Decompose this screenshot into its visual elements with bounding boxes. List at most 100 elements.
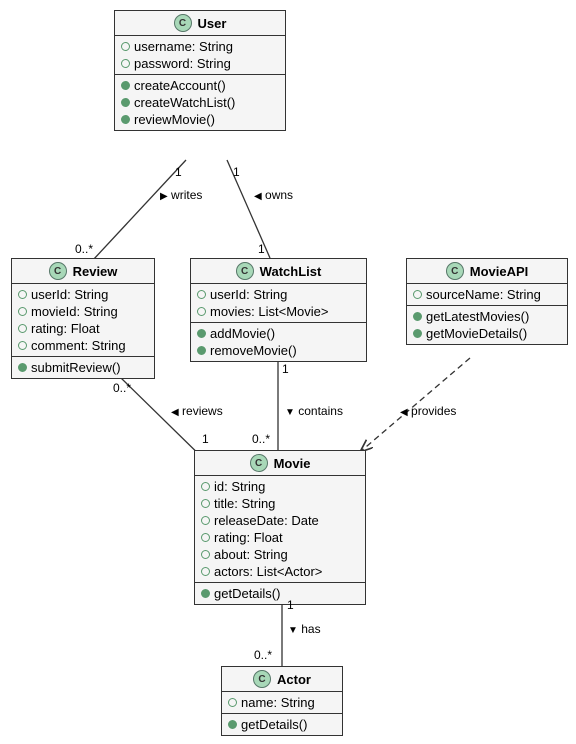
class-header: C Actor xyxy=(222,667,342,692)
vis-icon xyxy=(18,290,27,299)
op: removeMovie() xyxy=(197,342,360,359)
vis-icon xyxy=(121,98,130,107)
class-actor: C Actor name: String getDetails() xyxy=(221,666,343,736)
vis-icon xyxy=(121,115,130,124)
attr: releaseDate: Date xyxy=(201,512,359,529)
vis-icon xyxy=(201,482,210,491)
mult: 1 xyxy=(258,242,265,256)
attr: id: String xyxy=(201,478,359,495)
op: reviewMovie() xyxy=(121,111,279,128)
rel-has: ▼ has xyxy=(288,622,321,636)
arrow-icon: ◀ xyxy=(400,407,408,418)
vis-icon xyxy=(121,81,130,90)
class-movie: C Movie id: String title: String releaseD… xyxy=(194,450,366,605)
vis-icon xyxy=(18,341,27,350)
class-icon: C xyxy=(253,670,271,688)
vis-icon xyxy=(228,698,237,707)
vis-icon xyxy=(201,499,210,508)
operations: getDetails() xyxy=(222,714,342,735)
arrow-icon: ◀ xyxy=(171,407,179,418)
class-name: MovieAPI xyxy=(470,264,529,279)
mult: 0..* xyxy=(75,242,93,256)
class-watchlist: C WatchList userId: String movies: List<M… xyxy=(190,258,367,362)
class-name: WatchList xyxy=(260,264,322,279)
attributes: username: String password: String xyxy=(115,36,285,75)
mult: 1 xyxy=(282,362,289,376)
class-icon: C xyxy=(446,262,464,280)
operations: createAccount() createWatchList() review… xyxy=(115,75,285,130)
mult: 0..* xyxy=(113,381,131,395)
class-icon: C xyxy=(236,262,254,280)
vis-icon xyxy=(18,307,27,316)
operations: getLatestMovies() getMovieDetails() xyxy=(407,306,567,344)
attr: username: String xyxy=(121,38,279,55)
arrow-icon: ▼ xyxy=(288,625,298,636)
arrow-icon: ▼ xyxy=(285,407,295,418)
arrow-icon: ◀ xyxy=(254,191,262,202)
class-review: CReview userId: String movieId: String r… xyxy=(11,258,155,379)
vis-icon xyxy=(413,290,422,299)
class-name: User xyxy=(198,16,227,31)
class-movieapi: C MovieAPI sourceName: String getLatestMo… xyxy=(406,258,568,345)
attr: name: String xyxy=(228,694,336,711)
op: getDetails() xyxy=(228,716,336,733)
vis-icon xyxy=(197,346,206,355)
rel-writes: ▶ writes xyxy=(160,188,202,202)
rel-provides: ◀ provides xyxy=(400,404,456,418)
class-user: CUser username: String password: String … xyxy=(114,10,286,131)
rel-contains: ▼ contains xyxy=(285,404,343,418)
attr: sourceName: String xyxy=(413,286,561,303)
mult: 0..* xyxy=(252,432,270,446)
vis-icon xyxy=(18,363,27,372)
vis-icon xyxy=(201,533,210,542)
op: addMovie() xyxy=(197,325,360,342)
attr: about: String xyxy=(201,546,359,563)
attr: userId: String xyxy=(197,286,360,303)
vis-icon xyxy=(18,324,27,333)
class-name: Movie xyxy=(274,456,311,471)
vis-icon xyxy=(413,312,422,321)
vis-icon xyxy=(201,550,210,559)
vis-icon xyxy=(201,567,210,576)
arrow-icon: ▶ xyxy=(160,191,168,202)
operations: submitReview() xyxy=(12,357,154,378)
attr: title: String xyxy=(201,495,359,512)
rel-reviews: ◀ reviews xyxy=(171,404,223,418)
mult: 1 xyxy=(287,598,294,612)
class-header: C WatchList xyxy=(191,259,366,284)
vis-icon xyxy=(201,589,210,598)
operations: addMovie() removeMovie() xyxy=(191,323,366,361)
class-icon: C xyxy=(250,454,268,472)
attributes: userId: String movieId: String rating: F… xyxy=(12,284,154,357)
vis-icon xyxy=(197,329,206,338)
class-header: C Movie xyxy=(195,451,365,476)
attributes: sourceName: String xyxy=(407,284,567,306)
attributes: id: String title: String releaseDate: Da… xyxy=(195,476,365,583)
vis-icon xyxy=(121,42,130,51)
attr: movies: List<Movie> xyxy=(197,303,360,320)
class-name: Actor xyxy=(277,672,311,687)
attr: movieId: String xyxy=(18,303,148,320)
mult: 1 xyxy=(202,432,209,446)
op: createAccount() xyxy=(121,77,279,94)
vis-icon xyxy=(197,307,206,316)
class-header: CReview xyxy=(12,259,154,284)
vis-icon xyxy=(228,720,237,729)
attr: rating: Float xyxy=(18,320,148,337)
mult: 0..* xyxy=(254,648,272,662)
vis-icon xyxy=(201,516,210,525)
attr: userId: String xyxy=(18,286,148,303)
class-icon: C xyxy=(49,262,67,280)
vis-icon xyxy=(197,290,206,299)
op: getMovieDetails() xyxy=(413,325,561,342)
op: createWatchList() xyxy=(121,94,279,111)
op: getLatestMovies() xyxy=(413,308,561,325)
vis-icon xyxy=(413,329,422,338)
rel-owns: ◀ owns xyxy=(254,188,293,202)
uml-diagram: CUser username: String password: String … xyxy=(0,0,576,744)
class-header: CUser xyxy=(115,11,285,36)
op: getDetails() xyxy=(201,585,359,602)
attributes: userId: String movies: List<Movie> xyxy=(191,284,366,323)
class-header: C MovieAPI xyxy=(407,259,567,284)
attributes: name: String xyxy=(222,692,342,714)
